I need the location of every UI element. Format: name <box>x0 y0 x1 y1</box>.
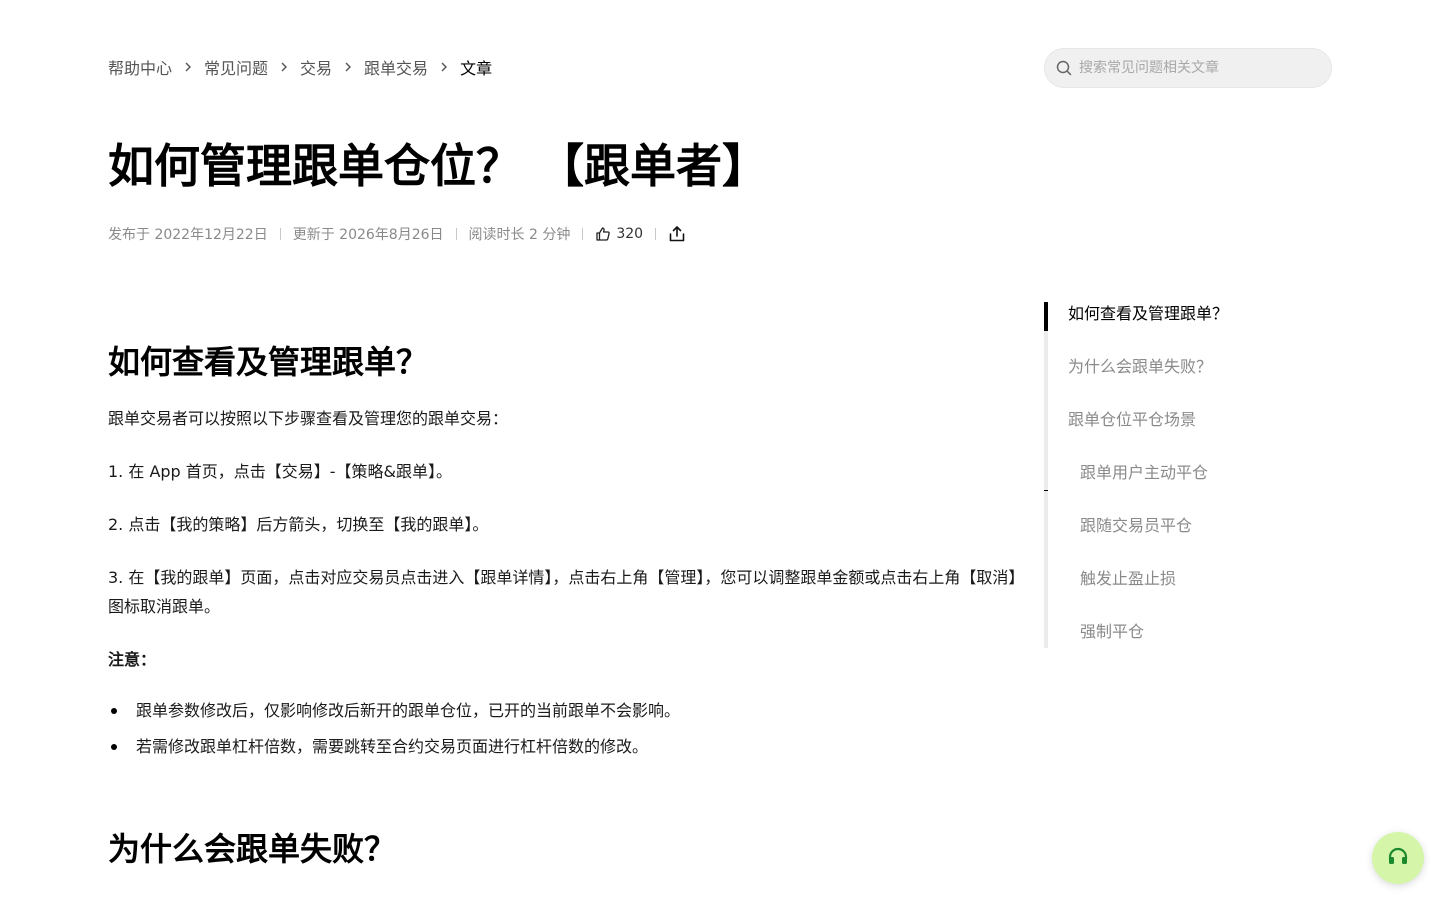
chevron-right-icon <box>172 61 204 73</box>
meta-divider <box>279 228 281 240</box>
updated-date: 更新于 2026年8月26日 <box>292 227 444 243</box>
table-of-contents: 如何查看及管理跟单？ 为什么会跟单失败？ 跟单仓位平仓场景 跟单用户主动平仓 跟… <box>1044 302 1344 648</box>
breadcrumb-current: 文章 <box>460 59 493 78</box>
page-title: 如何管理跟单仓位？ 【跟单者】 <box>108 139 769 193</box>
notes-list: 跟单参数修改后，仅影响修改后新开的跟单仓位，已开的当前跟单不会影响。 若需修改跟… <box>108 696 1024 761</box>
step-2: 2. 点击【我的策略】后方箭头，切换至【我的跟单】。 <box>108 515 489 534</box>
step-3: 3. 在【我的跟单】页面，点击对应交易员点击进入【跟单详情】，点击右上角【管理】… <box>108 568 1017 616</box>
share-button[interactable] <box>668 225 686 243</box>
like-button[interactable]: 320 <box>595 226 643 242</box>
support-chat-button[interactable] <box>1372 832 1424 884</box>
chevron-right-icon <box>332 61 364 73</box>
section-heading: 如何查看及管理跟单？ <box>108 343 429 381</box>
note-label: 注意： <box>108 650 157 669</box>
toc-item-user-close[interactable]: 跟单用户主动平仓 <box>1080 461 1208 485</box>
meta-divider <box>582 228 584 240</box>
toc-item-follow-trader-close[interactable]: 跟随交易员平仓 <box>1080 514 1192 538</box>
article-content: 如何查看及管理跟单？ 跟单交易者可以按照以下步骤查看及管理您的跟单交易： 1. … <box>108 330 1024 891</box>
toc-item-close-scenarios[interactable]: 跟单仓位平仓场景 <box>1068 408 1196 432</box>
article-meta: 发布于 2022年12月22日 更新于 2026年8月26日 阅读时长 2 分钟… <box>108 222 686 246</box>
thumbs-up-icon <box>596 227 611 241</box>
breadcrumb-copy-trading[interactable]: 跟单交易 <box>364 55 428 79</box>
search-input[interactable] <box>1079 60 1299 76</box>
toc-scroll-marker <box>1044 490 1048 491</box>
toc-active-indicator <box>1044 302 1048 331</box>
like-count: 320 <box>616 226 644 242</box>
meta-divider <box>455 228 457 240</box>
share-icon <box>669 226 685 242</box>
search-icon <box>1055 59 1073 77</box>
toc-item-manage-copy[interactable]: 如何查看及管理跟单？ <box>1068 302 1228 326</box>
list-item: 若需修改跟单杠杆倍数，需要跳转至合约交易页面进行杠杆倍数的修改。 <box>108 732 1024 761</box>
read-time: 阅读时长 2 分钟 <box>468 227 571 243</box>
toc-item-tp-sl[interactable]: 触发止盈止损 <box>1080 567 1176 591</box>
breadcrumb: 帮助中心 常见问题 交易 跟单交易 文章 <box>108 56 492 78</box>
chevron-right-icon <box>268 61 300 73</box>
meta-divider <box>655 228 657 240</box>
breadcrumb-trading[interactable]: 交易 <box>300 55 332 79</box>
toc-item-liquidation[interactable]: 强制平仓 <box>1080 620 1144 644</box>
toc-item-copy-failed[interactable]: 为什么会跟单失败？ <box>1068 355 1212 379</box>
list-item: 跟单参数修改后，仅影响修改后新开的跟单仓位，已开的当前跟单不会影响。 <box>108 696 1024 725</box>
search-box <box>1044 48 1332 88</box>
chevron-right-icon <box>428 61 460 73</box>
published-date: 发布于 2022年12月22日 <box>108 227 268 243</box>
headset-icon <box>1388 847 1408 864</box>
section-heading: 为什么会跟单失败？ <box>108 830 397 868</box>
section-intro: 跟单交易者可以按照以下步骤查看及管理您的跟单交易： <box>108 409 509 428</box>
breadcrumb-faq[interactable]: 常见问题 <box>204 55 268 79</box>
step-1: 1. 在 App 首页，点击【交易】-【策略&跟单】。 <box>108 462 453 481</box>
breadcrumb-help-center[interactable]: 帮助中心 <box>108 55 172 79</box>
